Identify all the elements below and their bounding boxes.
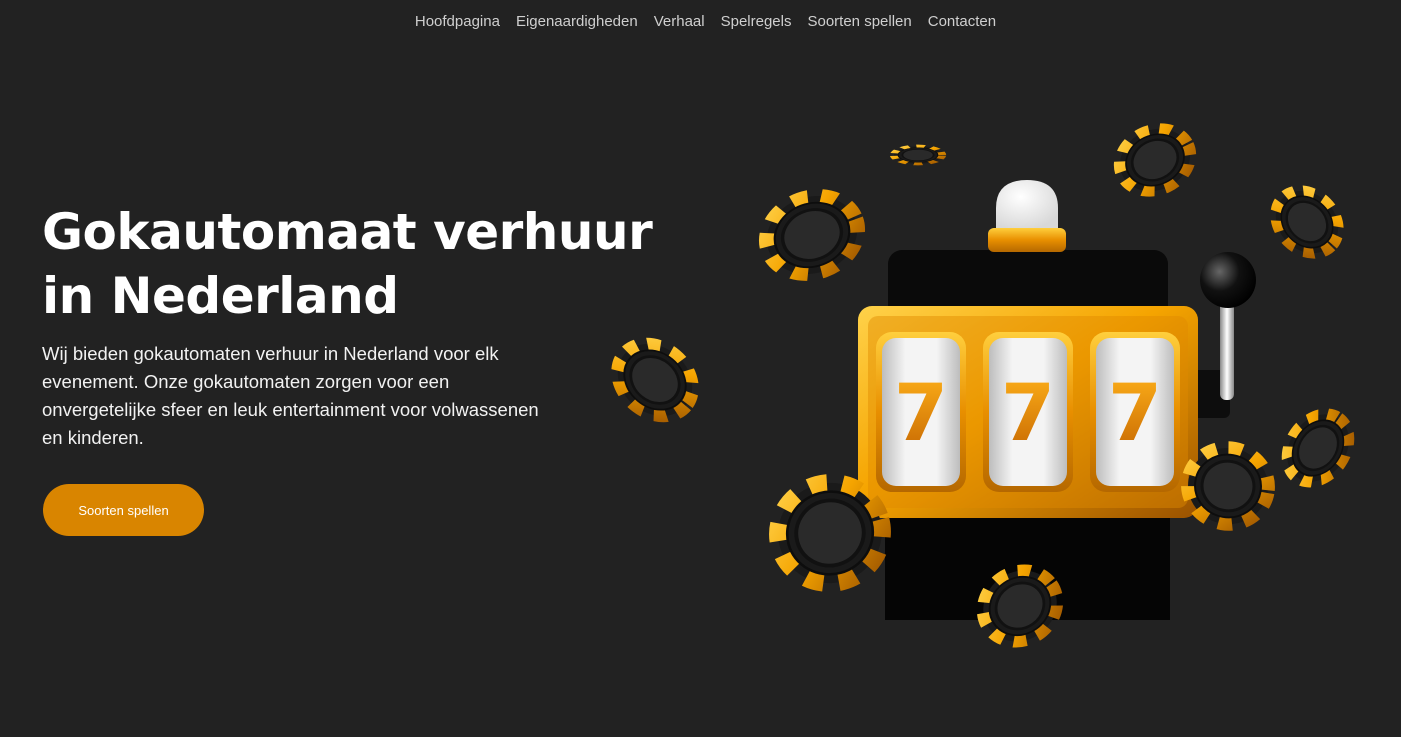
nav-link-contacten[interactable]: Contacten [928, 12, 996, 32]
light-dome-icon [996, 180, 1058, 228]
reel-1: 7 [876, 332, 966, 492]
page: Hoofdpagina Eigenaardigheden Verhaal Spe… [0, 0, 1401, 737]
reel-2: 7 [983, 332, 1073, 492]
slot-machine-illustration: 7 7 7 [600, 110, 1380, 670]
reel-2-symbol: 7 [1001, 369, 1055, 459]
casino-chip-icon [1263, 178, 1351, 266]
nav-link-eigenaardigheden[interactable]: Eigenaardigheden [516, 12, 638, 32]
nav-link-verhaal[interactable]: Verhaal [654, 12, 705, 32]
hero-description: Wij bieden gokautomaten verhuur in Neder… [42, 343, 539, 448]
soorten-spellen-button[interactable]: Soorten spellen [43, 484, 204, 536]
reel-3-symbol: 7 [1108, 369, 1162, 459]
nav-link-soorten-spellen[interactable]: Soorten spellen [807, 12, 911, 32]
lever-knob-icon [1200, 252, 1256, 308]
lever-rod [1220, 300, 1234, 400]
reel-1-symbol: 7 [894, 369, 948, 459]
casino-chip-icon [892, 145, 944, 164]
casino-chip-icon [603, 329, 706, 431]
casino-chip-icon [756, 184, 868, 287]
main-nav: Hoofdpagina Eigenaardigheden Verhaal Spe… [5, 12, 1401, 32]
casino-chip-icon [1110, 118, 1201, 203]
nav-link-spelregels[interactable]: Spelregels [721, 12, 792, 32]
reel-3: 7 [1090, 332, 1180, 492]
hero-title: Gokautomaat verhuur in Nederland [42, 203, 653, 325]
nav-link-hoofdpagina[interactable]: Hoofdpagina [415, 12, 500, 32]
casino-chip-icon [1274, 402, 1361, 493]
